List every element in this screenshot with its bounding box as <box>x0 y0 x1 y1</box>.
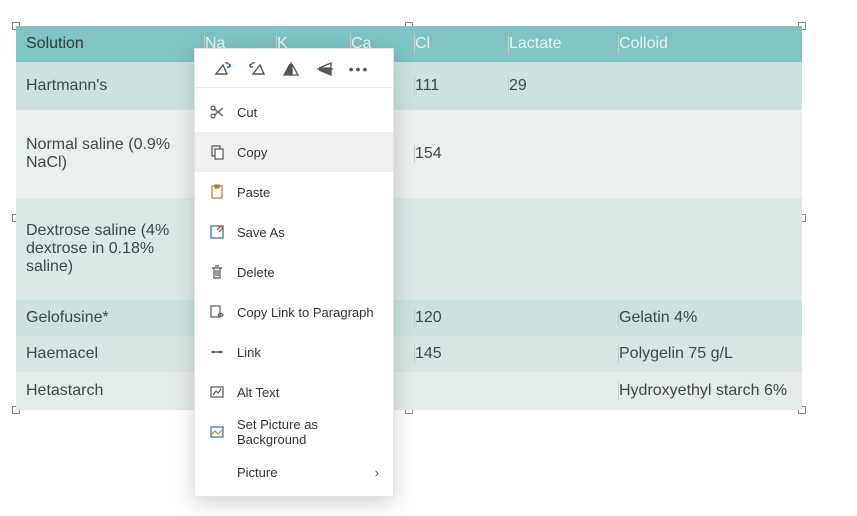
menu-label: Picture <box>237 465 375 480</box>
mini-toolbar: ••• <box>195 49 393 88</box>
cell-cl: 111 <box>414 77 508 95</box>
menu-copy-link-paragraph[interactable]: Copy Link to Paragraph <box>195 292 393 332</box>
cell-cl: 154 <box>414 145 508 163</box>
menu-delete[interactable]: Delete <box>195 252 393 292</box>
chevron-right-icon: › <box>375 465 379 480</box>
menu-label: Alt Text <box>237 385 379 400</box>
menu-label: Copy <box>237 145 379 160</box>
copy-icon <box>209 144 237 160</box>
cell-cl: 145 <box>414 345 508 363</box>
header-colloid: Colloid <box>618 35 802 53</box>
cell-solution: Hetastarch <box>16 382 204 400</box>
menu-copy[interactable]: Copy <box>195 132 393 172</box>
copy-link-paragraph-icon <box>209 304 237 320</box>
menu-label: Copy Link to Paragraph <box>237 305 379 320</box>
cell-colloid: Hydroxyethyl starch 6% <box>618 382 802 400</box>
cell-solution: Dextrose saline (4% dextrose in 0.18% sa… <box>16 222 204 276</box>
table-row: Haemacel 145 Polygelin 75 g/L <box>16 336 802 372</box>
header-lactate: Lactate <box>508 35 618 53</box>
table-row: Hartmann's 111 29 <box>16 62 802 110</box>
menu-save-as[interactable]: Save As <box>195 212 393 252</box>
scissors-icon <box>209 104 237 120</box>
alt-text-icon <box>209 384 237 400</box>
set-background-icon <box>209 424 237 440</box>
menu-label: Save As <box>237 225 379 240</box>
cell-solution: Hartmann's <box>16 77 204 95</box>
context-menu: ••• Cut Copy <box>194 48 394 497</box>
rotate-right-icon[interactable] <box>213 59 233 79</box>
header-cl: Cl <box>414 35 508 53</box>
cell-solution: Haemacel <box>16 345 204 363</box>
menu-label: Paste <box>237 185 379 200</box>
menu-set-picture-background[interactable]: Set Picture as Background <box>195 412 393 452</box>
paste-icon <box>209 184 237 200</box>
more-options-icon[interactable]: ••• <box>349 59 369 79</box>
menu-paste[interactable]: Paste <box>195 172 393 212</box>
table-row: Dextrose saline (4% dextrose in 0.18% sa… <box>16 198 802 300</box>
trash-icon <box>209 264 237 280</box>
flip-vertical-icon[interactable] <box>315 59 335 79</box>
menu-link[interactable]: Link <box>195 332 393 372</box>
cell-cl: 120 <box>414 309 508 327</box>
flip-horizontal-icon[interactable] <box>281 59 301 79</box>
menu-label: Link <box>237 345 379 360</box>
menu-cut[interactable]: Cut <box>195 92 393 132</box>
table-row: Normal saline (0.9% NaCl) 154 <box>16 110 802 198</box>
cell-solution: Normal saline (0.9% NaCl) <box>16 136 204 172</box>
cell-lactate: 29 <box>508 77 618 95</box>
menu-label: Set Picture as Background <box>237 417 379 447</box>
table-row: Gelofusine* 120 Gelatin 4% <box>16 300 802 336</box>
rotate-left-icon[interactable] <box>247 59 267 79</box>
table-row: Hetastarch Hydroxyethyl starch 6% <box>16 372 802 410</box>
save-as-icon <box>209 224 237 240</box>
header-solution: Solution <box>16 35 204 53</box>
menu-label: Delete <box>237 265 379 280</box>
menu-label: Cut <box>237 105 379 120</box>
cell-colloid: Polygelin 75 g/L <box>618 345 802 363</box>
cell-colloid: Gelatin 4% <box>618 309 802 327</box>
table-header: Solution Na K Ca Cl Lactate Colloid <box>16 26 802 62</box>
menu-picture-submenu[interactable]: Picture › <box>195 452 393 492</box>
selected-picture[interactable]: Solution Na K Ca Cl Lactate Colloid Hart… <box>16 26 802 410</box>
menu-alt-text[interactable]: Alt Text <box>195 372 393 412</box>
link-icon <box>209 344 237 360</box>
cell-solution: Gelofusine* <box>16 309 204 327</box>
